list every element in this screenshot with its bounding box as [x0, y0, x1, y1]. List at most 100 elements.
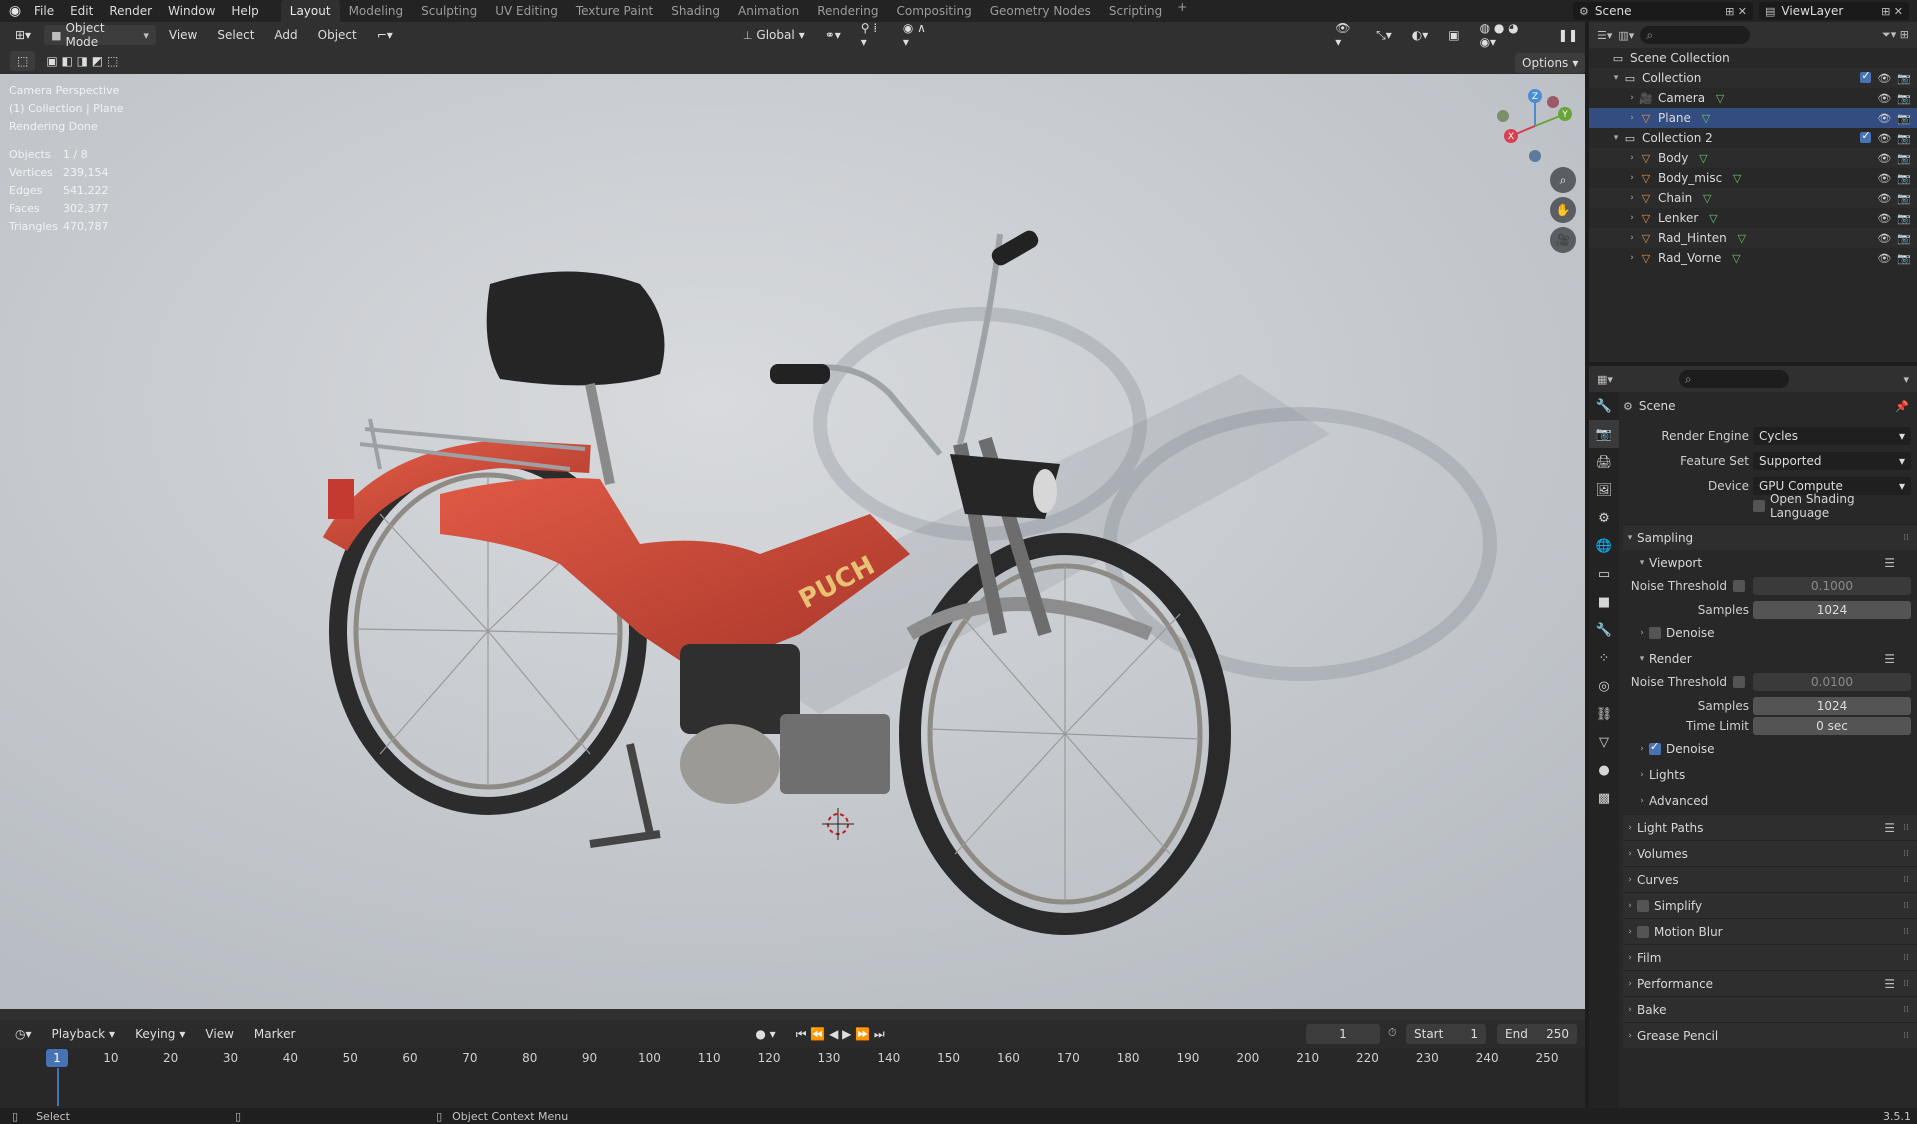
render-camera-icon[interactable]: 📷 [1897, 212, 1911, 225]
current-frame-field[interactable]: 1 [1306, 1024, 1380, 1044]
drag-handle-icon[interactable]: ⁞⁞ [1903, 927, 1909, 937]
outliner-row-rad-hinten[interactable]: › ▽ Rad_Hinten ▽ 👁 📷 [1589, 228, 1917, 248]
drag-handle-icon[interactable]: ⁞⁞ [1903, 901, 1909, 911]
shading-modes-icon[interactable]: ◍ ● ◕ ◉▾ [1473, 21, 1545, 49]
record-icon[interactable]: ● ▾ [748, 1024, 782, 1044]
chevron-right-icon[interactable]: › [1625, 213, 1639, 223]
eye-icon[interactable]: 👁 [1877, 172, 1891, 185]
playhead-frame[interactable]: 1 [46, 1049, 68, 1067]
time-limit-field[interactable]: 0 sec [1753, 717, 1911, 735]
drag-handle-icon[interactable]: ⁞⁞ [1903, 849, 1909, 859]
render-tab-icon[interactable]: 📷 [1589, 420, 1619, 448]
tab-animation[interactable]: Animation [729, 0, 808, 22]
object-tab-icon[interactable]: ■ [1589, 588, 1619, 616]
panel-motion-blur[interactable]: › Motion Blur ⁞⁞ [1623, 918, 1917, 944]
menu-file[interactable]: File [26, 0, 62, 22]
selection-modes-icon[interactable]: ▣ ◧ ◨ ◩ ⬚ [39, 51, 125, 71]
outliner-item-label[interactable]: Body [1658, 151, 1688, 165]
menu-marker[interactable]: Marker [247, 1024, 302, 1044]
physics-tab-icon[interactable]: ◎ [1589, 672, 1619, 700]
world-tab-icon[interactable]: 🌐 [1589, 532, 1619, 560]
gizmo-z-label[interactable]: Z [1532, 92, 1538, 102]
end-frame-field[interactable]: End 250 [1497, 1024, 1577, 1044]
outliner-item-label[interactable]: Body_misc [1658, 171, 1722, 185]
outliner-row-plane[interactable]: › ▽ Plane ▽ 👁 📷 [1589, 108, 1917, 128]
drag-handle-icon[interactable]: ⁞⁞ [1903, 1031, 1909, 1041]
panel-bake[interactable]: › Bake ⁞⁞ [1623, 996, 1917, 1022]
chevron-right-icon[interactable]: › [1625, 253, 1639, 263]
menu-window[interactable]: Window [160, 0, 223, 22]
r-noise-field[interactable]: 0.0100 [1753, 673, 1911, 691]
xray-icon[interactable]: ▣ [1441, 25, 1466, 45]
gizmo-y-label[interactable]: Y [1561, 110, 1568, 120]
collection-tab-icon[interactable]: ▭ [1589, 560, 1619, 588]
menu-edit[interactable]: Edit [62, 0, 101, 22]
outliner-item-label[interactable]: Camera [1658, 91, 1705, 105]
output-tab-icon[interactable]: 🖨 [1589, 448, 1619, 476]
outliner-row-lenker[interactable]: › ▽ Lenker ▽ 👁 📷 [1589, 208, 1917, 228]
render-camera-icon[interactable]: 📷 [1897, 172, 1911, 185]
presets-icon[interactable]: ☰ [1884, 821, 1895, 835]
gizmo-x-label[interactable]: X [1508, 132, 1514, 142]
outliner-row-rad-vorne[interactable]: › ▽ Rad_Vorne ▽ 👁 📷 [1589, 248, 1917, 268]
tab-layout[interactable]: Layout [280, 0, 340, 22]
render-engine-select[interactable]: Cycles ▾ [1753, 427, 1911, 445]
visibility-icon[interactable]: 👁▾ [1328, 21, 1363, 49]
outliner-item-label[interactable]: Collection [1642, 71, 1701, 85]
timeline-editor-icon[interactable]: ◷▾ [8, 1024, 39, 1044]
tab-scripting[interactable]: Scripting [1100, 0, 1171, 22]
r-noise-checkbox[interactable] [1733, 676, 1745, 688]
panel-light-paths[interactable]: › Light Paths ☰ ⁞⁞ [1623, 814, 1917, 840]
chevron-right-icon[interactable]: › [1625, 193, 1639, 203]
chevron-down-icon[interactable]: ▾ [1609, 73, 1623, 83]
panel-simplify[interactable]: › Simplify ⁞⁞ [1623, 892, 1917, 918]
outliner-item-label[interactable]: Plane [1658, 111, 1691, 125]
mode-selector[interactable]: ■ Object Mode ▾ [44, 21, 156, 49]
outliner-item-label[interactable]: Rad_Vorne [1658, 251, 1721, 265]
playhead-line[interactable] [57, 1068, 59, 1106]
render-camera-icon[interactable]: 📷 [1897, 72, 1911, 85]
overlay-toggle-icon[interactable]: ◐▾ [1405, 25, 1436, 45]
eye-icon[interactable]: 👁 [1877, 232, 1891, 245]
eye-icon[interactable]: 👁 [1877, 132, 1891, 145]
pin-icon[interactable]: ⊞ ✕ [1725, 5, 1747, 18]
panel-enable-checkbox[interactable] [1637, 899, 1649, 912]
particles-tab-icon[interactable]: ⁘ [1589, 644, 1619, 672]
constraints-tab-icon[interactable]: ⛓ [1589, 700, 1619, 728]
tab-texture-paint[interactable]: Texture Paint [567, 0, 662, 22]
stopwatch-icon[interactable]: ⏱ [1388, 1026, 1397, 1040]
tab-geometry-nodes[interactable]: Geometry Nodes [981, 0, 1100, 22]
render-camera-icon[interactable]: 📷 [1897, 112, 1911, 125]
outliner-item-label[interactable]: Collection 2 [1642, 131, 1713, 145]
panel-curves[interactable]: › Curves ⁞⁞ [1623, 866, 1917, 892]
vp-denoise-checkbox[interactable] [1649, 627, 1661, 639]
menu-playback[interactable]: Playback ▾ [45, 1024, 123, 1044]
chevron-right-icon[interactable]: › [1625, 113, 1639, 123]
gp-icon[interactable]: ⌐▾ [370, 25, 400, 45]
snap-icon[interactable]: ⚲ ⁞▾ [854, 21, 890, 49]
chevron-right-icon[interactable]: › [1625, 93, 1639, 103]
menu-add[interactable]: Add [267, 25, 304, 45]
r-denoise-checkbox[interactable] [1649, 740, 1661, 755]
tab-rendering[interactable]: Rendering [808, 0, 887, 22]
viewport-subpanel[interactable]: ▾ Viewport ☰ [1623, 550, 1917, 576]
eye-icon[interactable]: 👁 [1877, 252, 1891, 265]
outliner-item-label[interactable]: Lenker [1658, 211, 1698, 225]
render-camera-icon[interactable]: 📷 [1897, 92, 1911, 105]
scene-selector[interactable]: ⚙ Scene ⊞ ✕ [1573, 2, 1753, 20]
render-camera-icon[interactable]: 📷 [1897, 192, 1911, 205]
tool-tab-icon[interactable]: 🔧 [1589, 392, 1619, 420]
render-camera-icon[interactable]: 📷 [1897, 152, 1911, 165]
presets-icon[interactable]: ☰ [1884, 977, 1895, 991]
render-camera-icon[interactable]: 📷 [1897, 132, 1911, 145]
start-frame-field[interactable]: Start 1 [1406, 1024, 1486, 1044]
eye-icon[interactable]: 👁 [1877, 92, 1891, 105]
tab-modeling[interactable]: Modeling [340, 0, 413, 22]
render-view[interactable]: PUCH [0, 74, 1585, 1009]
vp-denoise-subpanel[interactable]: › Denoise [1623, 620, 1917, 646]
proportional-icon[interactable]: ◉ ∧ ▾ [896, 21, 942, 49]
outliner-item-label[interactable]: Chain [1658, 191, 1692, 205]
sampling-panel[interactable]: ▾ Sampling ⁞⁞ [1623, 524, 1917, 550]
options-dropdown[interactable]: Options ▾ [1515, 53, 1586, 73]
outliner-row-chain[interactable]: › ▽ Chain ▽ 👁 📷 [1589, 188, 1917, 208]
